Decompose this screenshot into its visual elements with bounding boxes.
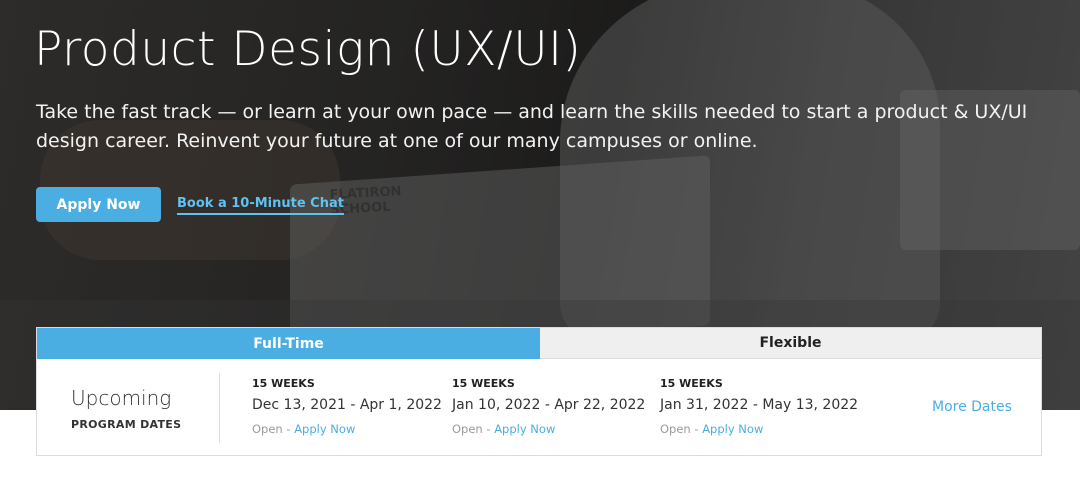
cohort-apply-link[interactable]: Apply Now	[494, 422, 555, 436]
cohort-date-range: Jan 31, 2022 - May 13, 2022	[660, 397, 859, 413]
cohort-duration: 15 WEEKS	[252, 377, 315, 390]
cohort-status: Open - Apply Now	[660, 422, 858, 436]
cohort-duration: 15 WEEKS	[452, 377, 515, 390]
cohort-status: Open - Apply Now	[452, 422, 645, 436]
tab-full-time[interactable]: Full-Time	[37, 328, 540, 359]
cohort-status-text: Open	[252, 422, 283, 436]
cohort-duration: 15 WEEKS	[660, 377, 723, 390]
cohort-status-text: Open	[452, 422, 483, 436]
cohort-status-text: Open	[660, 422, 691, 436]
program-dates-card: Full-Time Flexible Upcoming PROGRAM DATE…	[36, 327, 1042, 456]
more-dates-link[interactable]: More Dates	[932, 399, 1012, 415]
cohort-item: 15 WEEKS Dec 13, 2021 - Apr 1, 2022 Open…	[252, 377, 442, 436]
book-chat-link[interactable]: Book a 10-Minute Chat	[177, 196, 344, 215]
cohort-status-separator: -	[482, 422, 495, 436]
apply-now-button[interactable]: Apply Now	[36, 187, 161, 222]
card-divider	[219, 373, 220, 443]
upcoming-heading: Upcoming	[71, 386, 172, 410]
cohort-date-range: Jan 10, 2022 - Apr 22, 2022	[452, 397, 646, 413]
schedule-tabs: Full-Time Flexible	[37, 328, 1041, 359]
cohort-apply-link[interactable]: Apply Now	[294, 422, 355, 436]
page-title: Product Design (UX/UI)	[34, 22, 582, 77]
cohort-item: 15 WEEKS Jan 10, 2022 - Apr 22, 2022 Ope…	[452, 377, 645, 436]
tab-flexible[interactable]: Flexible	[540, 328, 1041, 359]
cohort-item: 15 WEEKS Jan 31, 2022 - May 13, 2022 Ope…	[660, 377, 858, 436]
cohort-status-separator: -	[690, 422, 703, 436]
program-dates-label: PROGRAM DATES	[71, 418, 182, 431]
hero-subtitle: Take the fast track — or learn at your o…	[36, 101, 1028, 152]
cohort-status-separator: -	[282, 422, 295, 436]
cohort-apply-link[interactable]: Apply Now	[702, 422, 763, 436]
cohort-status: Open - Apply Now	[252, 422, 442, 436]
upcoming-heading-block: Upcoming PROGRAM DATES	[71, 386, 181, 431]
cohort-date-range: Dec 13, 2021 - Apr 1, 2022	[252, 397, 442, 413]
